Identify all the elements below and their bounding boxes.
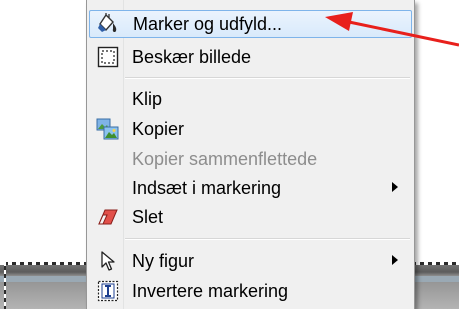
menu-separator [125, 77, 410, 79]
menu-item-label: Invertere markering [132, 280, 289, 301]
menu-item-delete[interactable]: Slet [89, 203, 412, 231]
copy-image-icon [95, 116, 121, 142]
menu-item-paste-into-selection[interactable]: Indsæt i markering [89, 174, 412, 202]
invert-selection-icon [95, 278, 121, 304]
menu-item-label: Slet [132, 206, 164, 227]
select-fill-icon [96, 11, 122, 37]
menu-item-select-fill[interactable]: Marker og udfyld... [89, 10, 412, 38]
menu-item-label: Kopier [132, 118, 185, 139]
menu-item-invert-selection[interactable]: Invertere markering [89, 277, 412, 305]
eraser-icon [95, 204, 121, 230]
menu-item-label: Klip [132, 88, 163, 109]
menu-item-label: Marker og udfyld... [133, 13, 283, 34]
menu-item-label: Kopier sammenflettede [132, 148, 318, 169]
menu-item-crop[interactable]: Beskær billede [89, 43, 412, 71]
context-menu: Marker og udfyld... Beskær billede Klip [86, 0, 415, 309]
menu-item-copy[interactable]: Kopier [89, 115, 412, 143]
crop-icon [95, 44, 121, 70]
menu-item-copy-merged: Kopier sammenflettede [89, 145, 412, 173]
submenu-arrow-icon [392, 182, 398, 192]
pointer-icon [95, 248, 121, 274]
menu-item-label: Beskær billede [132, 46, 252, 67]
menu-item-label: Indsæt i markering [132, 177, 282, 198]
menu-item-new-shape[interactable]: Ny figur [89, 247, 412, 275]
submenu-arrow-icon [392, 255, 398, 265]
menu-item-label: Ny figur [132, 250, 195, 271]
menu-item-cut[interactable]: Klip [89, 85, 412, 113]
menu-separator [125, 238, 410, 240]
selection-marquee-left [4, 262, 6, 309]
